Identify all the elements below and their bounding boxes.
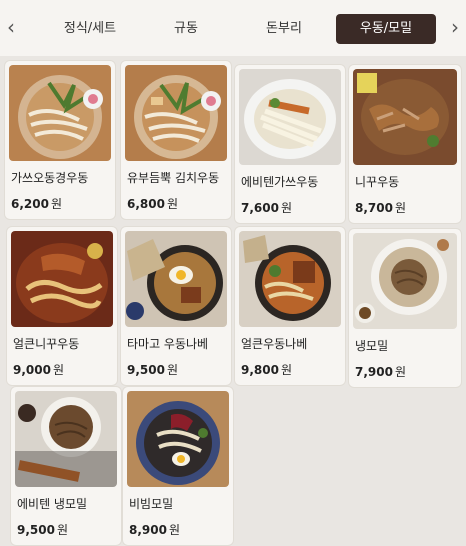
menu-grid: 가쓰오동경우동 6,200 원 유부듬뿍 김치우동 6,800 원 에비텐가쓰우…: [0, 58, 466, 546]
menu-card-spicy-niku-udon[interactable]: 얼큰니꾸우동 9,000 원: [6, 226, 118, 386]
menu-item-name: 냉모밀: [355, 339, 389, 353]
menu-item-name: 유부듬뿍 김치우동: [127, 171, 220, 185]
menu-item-price: 9,500 원: [17, 523, 69, 537]
menu-item-price: 6,800 원: [127, 197, 179, 211]
menu-item-price: 7,900 원: [355, 365, 407, 379]
menu-item-name: 가쓰오동경우동: [11, 171, 89, 185]
menu-item-name: 에비텐 냉모밀: [17, 497, 88, 511]
menu-item-price: 6,200 원: [11, 197, 63, 211]
chevron-right-icon[interactable]: ›: [446, 14, 464, 40]
menu-photo: [125, 65, 227, 161]
menu-item-price: 8,700 원: [355, 201, 407, 215]
tab-udon-soba[interactable]: 우동/모밀: [336, 14, 436, 44]
menu-item-price: 9,500 원: [127, 363, 179, 377]
category-tab-bar: ‹ 정식/세트 규동 돈부리 우동/모밀 ›: [0, 0, 466, 56]
menu-photo: [353, 233, 457, 329]
menu-card-spicy-udon-nabe[interactable]: 얼큰우동나베 9,800 원: [234, 226, 346, 386]
menu-card-katsuo-udon[interactable]: 가쓰오동경우동 6,200 원: [4, 60, 116, 220]
menu-photo: [9, 65, 111, 161]
menu-photo: [239, 69, 341, 165]
menu-item-name: 에비텐가쓰우동: [241, 175, 319, 189]
menu-item-name: 얼큰우동나베: [241, 337, 308, 351]
menu-card-niku-udon[interactable]: 니꾸우동 8,700 원: [348, 64, 462, 224]
tab-donburi[interactable]: 돈부리: [248, 14, 320, 44]
tab-set-meal[interactable]: 정식/세트: [44, 14, 136, 44]
menu-photo: [11, 231, 113, 327]
menu-item-price: 7,600 원: [241, 201, 293, 215]
menu-photo: [125, 231, 227, 327]
menu-card-tamago-udon-nabe[interactable]: 타마고 우동나베 9,500 원: [120, 226, 232, 386]
menu-photo: [15, 391, 117, 487]
menu-photo: [127, 391, 229, 487]
menu-item-name: 비빔모밀: [129, 497, 174, 511]
menu-item-price: 9,000 원: [13, 363, 65, 377]
chevron-left-icon[interactable]: ‹: [2, 14, 20, 40]
menu-card-bibim-soba[interactable]: 비빔모밀 8,900 원: [122, 386, 234, 546]
menu-card-ebiten-cold-soba[interactable]: 에비텐 냉모밀 9,500 원: [10, 386, 122, 546]
menu-photo: [353, 69, 457, 165]
menu-item-name: 얼큰니꾸우동: [13, 337, 80, 351]
menu-item-name: 타마고 우동나베: [127, 337, 209, 351]
tab-gyudon[interactable]: 규동: [150, 14, 222, 44]
menu-photo: [239, 231, 341, 327]
menu-item-price: 8,900 원: [129, 523, 181, 537]
menu-item-name: 니꾸우동: [355, 175, 400, 189]
menu-card-cold-soba[interactable]: 냉모밀 7,900 원: [348, 228, 462, 388]
menu-card-kimchi-udon[interactable]: 유부듬뿍 김치우동 6,800 원: [120, 60, 232, 220]
menu-card-ebiten-udon[interactable]: 에비텐가쓰우동 7,600 원: [234, 64, 346, 224]
menu-item-price: 9,800 원: [241, 363, 293, 377]
